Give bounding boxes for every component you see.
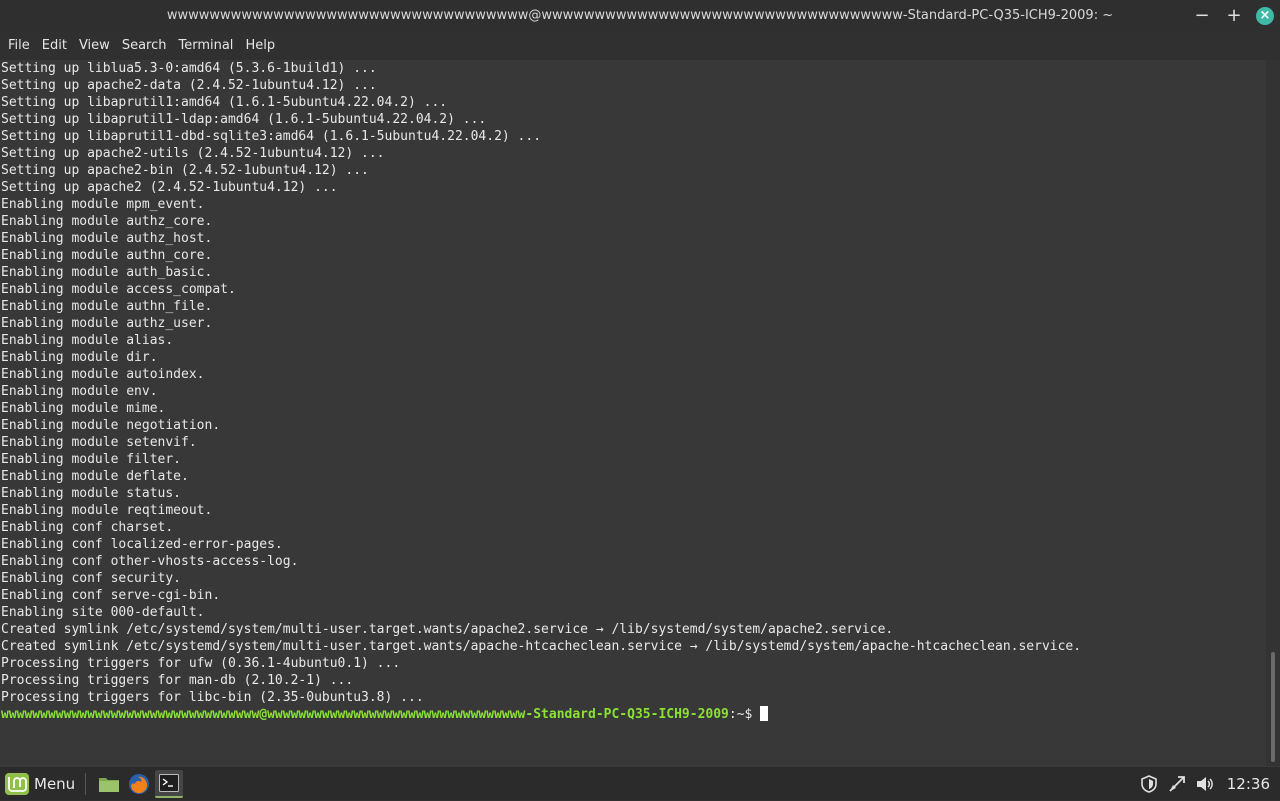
minimize-button[interactable]: −	[1192, 6, 1212, 26]
terminal-line: Enabling conf security.	[1, 571, 182, 586]
terminal-line: Processing triggers for libc-bin (2.35-0…	[1, 690, 424, 705]
menu-search[interactable]: Search	[116, 32, 173, 60]
firefox-launcher[interactable]	[125, 770, 153, 798]
system-tray: 12:36	[1139, 767, 1280, 801]
terminal-line: Enabling module env.	[1, 384, 158, 399]
window-titlebar[interactable]: wwwwwwwwwwwwwwwwwwwwwwwwwwwwwwwwww@wwwww…	[0, 0, 1280, 32]
network-tray[interactable]	[1167, 774, 1187, 794]
terminal-line: Enabling site 000-default.	[1, 605, 205, 620]
terminal-window: wwwwwwwwwwwwwwwwwwwwwwwwwwwwwwwwww@wwwww…	[0, 0, 1280, 766]
terminal-line: Enabling conf localized-error-pages.	[1, 537, 283, 552]
update-manager-tray[interactable]	[1139, 774, 1159, 794]
terminal-line: Enabling conf charset.	[1, 520, 174, 535]
terminal-line: Enabling module alias.	[1, 333, 174, 348]
prompt-line[interactable]: wwwwwwwwwwwwwwwwwwwwwwwwwwwwwwwww@wwwwww…	[0, 706, 1266, 723]
terminal-line: Enabling module filter.	[1, 452, 182, 467]
text-cursor	[760, 706, 769, 721]
menu-view[interactable]: View	[73, 32, 116, 60]
linux-mint-icon	[5, 772, 29, 795]
terminal-line: Enabling module authn_file.	[1, 299, 213, 314]
terminal-line: Enabling module deflate.	[1, 469, 189, 484]
terminal-line: Processing triggers for man-db (2.10.2-1…	[1, 673, 354, 688]
maximize-button[interactable]: +	[1224, 6, 1244, 26]
network-icon	[1169, 775, 1185, 792]
taskbar-clock[interactable]: 12:36	[1227, 775, 1270, 793]
taskbar: Menu 12:36	[0, 766, 1280, 800]
terminal-line: Enabling module dir.	[1, 350, 158, 365]
terminal-line: Enabling module setenvif.	[1, 435, 197, 450]
terminal-line: Setting up apache2 (2.4.52-1ubuntu4.12) …	[1, 180, 338, 195]
terminal-line: Enabling module authz_core.	[1, 214, 213, 229]
terminal-line: Enabling module auth_basic.	[1, 265, 213, 280]
prompt-user-host: wwwwwwwwwwwwwwwwwwwwwwwwwwwwwwwww@wwwwww…	[1, 707, 729, 722]
terminal-line: Enabling module mpm_event.	[1, 197, 205, 212]
menu-terminal[interactable]: Terminal	[172, 32, 239, 60]
volume-tray[interactable]	[1195, 774, 1215, 794]
shield-icon	[1140, 774, 1157, 793]
terminal-line: Enabling module mime.	[1, 401, 166, 416]
start-menu-label: Menu	[34, 774, 76, 793]
folder-icon	[99, 777, 120, 792]
terminal-line: Setting up apache2-bin (2.4.52-1ubuntu4.…	[1, 163, 369, 178]
menu-edit[interactable]: Edit	[36, 32, 73, 60]
terminal-line: Enabling module authz_user.	[1, 316, 213, 331]
terminal-line: Setting up liblua5.3-0:amd64 (5.3.6-1bui…	[1, 61, 377, 76]
menu-file[interactable]: File	[2, 32, 36, 60]
terminal-launcher[interactable]	[155, 769, 184, 798]
terminal-line: Setting up apache2-data (2.4.52-1ubuntu4…	[1, 78, 377, 93]
firefox-icon	[129, 773, 150, 794]
menu-bar: File Edit View Search Terminal Help	[0, 32, 1280, 60]
terminal-line: Setting up apache2-utils (2.4.52-1ubuntu…	[1, 146, 385, 161]
terminal-line: Created symlink /etc/systemd/system/mult…	[1, 639, 1082, 654]
volume-icon	[1196, 776, 1213, 791]
terminal-line: Processing triggers for ufw (0.36.1-4ubu…	[1, 656, 401, 671]
terminal-line: Enabling module status.	[1, 486, 182, 501]
terminal-line: Enabling module negotiation.	[1, 418, 221, 433]
terminal-line: Enabling module reqtimeout.	[1, 503, 213, 518]
terminal-line: Enabling conf serve-cgi-bin.	[1, 588, 221, 603]
files-launcher[interactable]	[95, 770, 123, 798]
terminal-line: Enabling conf other-vhosts-access-log.	[1, 554, 299, 569]
start-menu-button[interactable]: Menu	[0, 767, 81, 801]
terminal-scrollbar[interactable]	[1266, 60, 1280, 766]
terminal-line: Setting up libaprutil1-dbd-sqlite3:amd64…	[1, 129, 542, 144]
prompt-path: :~$	[728, 707, 761, 722]
window-title: wwwwwwwwwwwwwwwwwwwwwwwwwwwwwwwwww@wwwww…	[166, 8, 1114, 23]
terminal-lines: Setting up liblua5.3-0:amd64 (5.3.6-1bui…	[0, 60, 1266, 706]
taskbar-separator	[85, 772, 87, 795]
terminal-line: Setting up libaprutil1-ldap:amd64 (1.6.1…	[1, 112, 487, 127]
terminal-output[interactable]: Setting up liblua5.3-0:amd64 (5.3.6-1bui…	[0, 60, 1266, 766]
terminal-icon	[159, 773, 180, 792]
terminal-line: Enabling module authn_core.	[1, 248, 213, 263]
terminal-line: Enabling module authz_host.	[1, 231, 213, 246]
scrollbar-thumb[interactable]	[1271, 652, 1275, 762]
terminal-line: Enabling module autoindex.	[1, 367, 205, 382]
window-controls: − + ×	[1192, 0, 1274, 32]
terminal-line: Enabling module access_compat.	[1, 282, 236, 297]
close-button[interactable]: ×	[1256, 7, 1274, 25]
menu-help[interactable]: Help	[239, 32, 281, 60]
terminal-line: Setting up libaprutil1:amd64 (1.6.1-5ubu…	[1, 95, 448, 110]
terminal-line: Created symlink /etc/systemd/system/mult…	[1, 622, 894, 637]
